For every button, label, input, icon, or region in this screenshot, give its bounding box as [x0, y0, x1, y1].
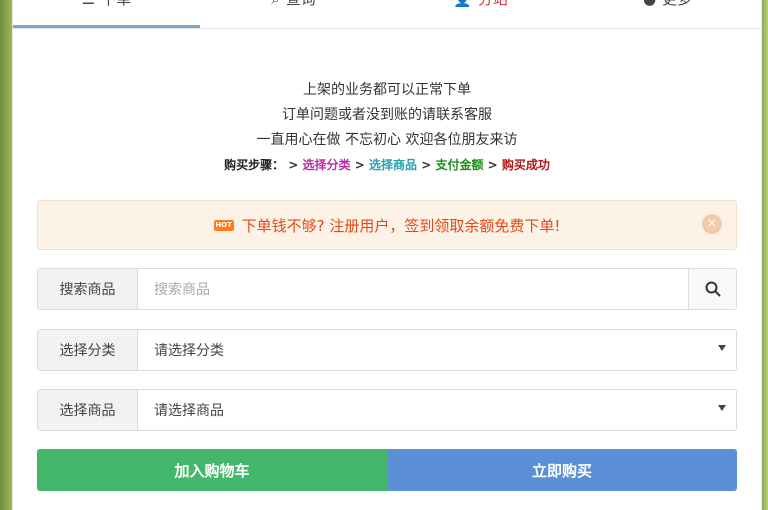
search-label: 搜索商品 [38, 269, 138, 309]
tab-order[interactable]: ☰下单 [13, 0, 200, 28]
notice-line-2: 订单问题或者没到账的请联系客服 [282, 107, 492, 123]
list-icon: ☰ [82, 0, 95, 8]
product-select[interactable]: 请选择商品 [138, 390, 736, 430]
step-1: 选择分类 [302, 158, 351, 172]
category-label: 选择分类 [38, 330, 138, 370]
step-3: 支付金额 [435, 158, 484, 172]
step-4: 购买成功 [501, 158, 550, 172]
tab-substation[interactable]: 👤分站 [387, 0, 574, 28]
main-panel: ☰下单 ⌕查询 👤分站 ●更多 上架的业务都可以正常下单 订单问题或者没到账的请… [12, 0, 762, 510]
more-icon: ● [643, 0, 656, 8]
action-buttons: 加入购物车 立即购买 [37, 449, 737, 491]
chevron-down-icon [718, 405, 726, 411]
user-icon: 👤 [453, 0, 472, 8]
search-icon [705, 281, 721, 297]
purchase-steps: 购买步骤： > 选择分类 > 选择商品 > 支付金额 > 购买成功 [13, 153, 761, 178]
step-arrow: > [288, 158, 299, 172]
step-arrow: > [487, 158, 498, 172]
tab-query[interactable]: ⌕查询 [200, 0, 387, 28]
notice-line-1: 上架的业务都可以正常下单 [303, 82, 471, 98]
product-value: 请选择商品 [154, 403, 224, 419]
product-row: 选择商品 请选择商品 [37, 389, 737, 431]
promo-alert: HOT 下单钱不够? 注册用户，签到领取余额免费下单! × [37, 200, 737, 250]
step-arrow: > [421, 158, 432, 172]
chevron-down-icon [718, 345, 726, 351]
category-select[interactable]: 请选择分类 [138, 330, 736, 370]
notice-text: 上架的业务都可以正常下单 订单问题或者没到账的请联系客服 一直用心在做 不忘初心… [13, 78, 761, 178]
hot-badge-icon: HOT [213, 219, 234, 231]
buy-now-button[interactable]: 立即购买 [387, 449, 737, 491]
category-value: 请选择分类 [154, 343, 224, 359]
search-row: 搜索商品 搜索商品 [37, 268, 737, 310]
search-button[interactable] [688, 269, 736, 309]
notice-line-3: 一直用心在做 不忘初心 欢迎各位朋友来访 [256, 132, 518, 148]
step-2: 选择商品 [368, 158, 417, 172]
steps-label: 购买步骤： [224, 158, 285, 172]
tab-bar: ☰下单 ⌕查询 👤分站 ●更多 [13, 0, 761, 29]
close-icon[interactable]: × [702, 214, 722, 234]
category-row: 选择分类 请选择分类 [37, 329, 737, 371]
step-arrow: > [354, 158, 365, 172]
add-to-cart-button[interactable]: 加入购物车 [37, 449, 387, 491]
search-input[interactable]: 搜索商品 [138, 269, 688, 309]
tab-more[interactable]: ●更多 [574, 0, 761, 28]
alert-text: 下单钱不够? 注册用户，签到领取余额免费下单! [241, 216, 561, 235]
product-label: 选择商品 [38, 390, 138, 430]
search-icon: ⌕ [271, 0, 279, 8]
